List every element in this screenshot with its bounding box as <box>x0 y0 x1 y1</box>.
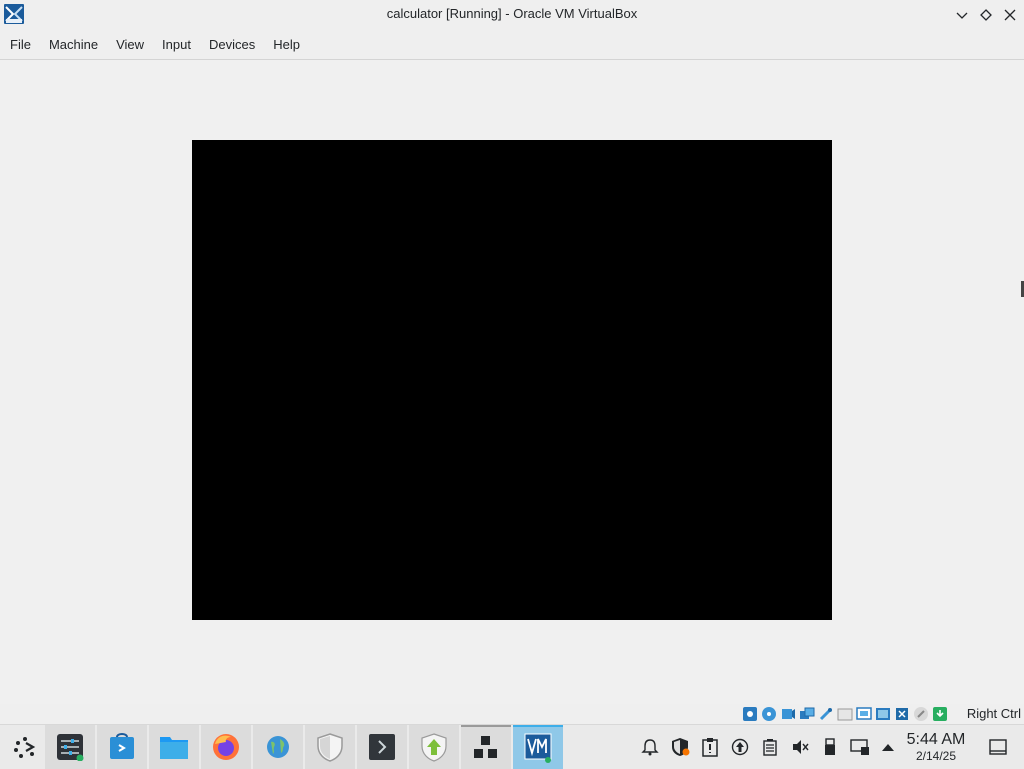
close-icon <box>1004 9 1016 21</box>
network-button[interactable] <box>848 725 872 769</box>
cpu-icon[interactable] <box>894 706 910 722</box>
show-hidden-button[interactable] <box>878 725 898 769</box>
menu-help[interactable]: Help <box>264 31 309 59</box>
security-icon <box>672 738 690 756</box>
menu-machine[interactable]: Machine <box>40 31 107 59</box>
optical-drive-icon[interactable] <box>761 706 777 722</box>
vm-display-area[interactable] <box>0 60 1024 704</box>
globe-icon <box>267 736 289 758</box>
recording-icon[interactable] <box>875 706 891 722</box>
security-button[interactable] <box>668 725 692 769</box>
minimize-button[interactable] <box>952 5 972 25</box>
usb-device-icon <box>825 738 835 755</box>
show-desktop-icon <box>989 739 1007 755</box>
globe-button[interactable] <box>253 725 303 769</box>
show-desktop-button[interactable] <box>986 725 1010 769</box>
usb-icon[interactable] <box>818 706 834 722</box>
volume-muted-icon <box>793 740 809 754</box>
update-button[interactable] <box>409 725 459 769</box>
terminal-button[interactable] <box>357 725 407 769</box>
virtualbox-icon <box>524 733 552 763</box>
menu-input[interactable]: Input <box>153 31 200 59</box>
shield-button[interactable] <box>305 725 355 769</box>
overview-icon <box>474 736 497 758</box>
updates-button[interactable] <box>728 725 752 769</box>
file-manager-button[interactable] <box>149 725 199 769</box>
discover-store-button[interactable] <box>97 725 147 769</box>
title-bar: calculator [Running] - Oracle VM Virtual… <box>0 0 1024 30</box>
keyboard-capture-icon[interactable] <box>932 706 948 722</box>
overview-button[interactable] <box>461 725 511 769</box>
shared-folders-icon[interactable] <box>837 706 853 722</box>
status-bar: Right Ctrl <box>0 704 1024 724</box>
clock-date: 2/14/25 <box>915 749 957 763</box>
application-launcher-button[interactable] <box>0 725 50 769</box>
notifications-icon <box>641 739 659 756</box>
system-settings-icon <box>57 734 84 761</box>
taskbar: 5:44 AM 2/14/25 <box>0 724 1024 769</box>
menu-file[interactable]: File <box>0 31 40 59</box>
menu-view[interactable]: View <box>107 31 153 59</box>
virtualbox-task-button[interactable] <box>513 725 563 769</box>
audio-icon[interactable] <box>780 706 796 722</box>
menu-bar: File Machine View Input Devices Help <box>0 30 1024 60</box>
network-icon <box>850 739 869 755</box>
update-icon <box>421 733 447 762</box>
terminal-icon <box>369 734 395 760</box>
discover-store-icon <box>110 733 134 759</box>
window-title: calculator [Running] - Oracle VM Virtual… <box>386 6 638 21</box>
usb-device-button[interactable] <box>818 725 842 769</box>
network-icon[interactable] <box>799 706 815 722</box>
notifications-button[interactable] <box>638 725 662 769</box>
maximize-button[interactable] <box>976 5 996 25</box>
updates-icon <box>731 738 749 756</box>
menu-devices[interactable]: Devices <box>200 31 264 59</box>
clock[interactable]: 5:44 AM 2/14/25 <box>900 731 972 763</box>
chevron-up-icon <box>882 744 894 751</box>
host-key-label: Right Ctrl <box>966 706 1021 721</box>
firefox-button[interactable] <box>201 725 251 769</box>
shield-icon <box>317 733 343 762</box>
chevron-down-icon <box>956 12 968 19</box>
diamond-icon <box>980 9 992 21</box>
battery-icon <box>763 739 777 756</box>
display-icon[interactable] <box>856 706 872 722</box>
system-settings-button[interactable] <box>45 725 95 769</box>
mouse-integration-icon[interactable] <box>913 706 929 722</box>
clipboard-icon <box>702 738 718 757</box>
file-manager-icon <box>160 737 188 759</box>
firefox-icon <box>213 734 239 760</box>
application-launcher-icon <box>14 737 36 758</box>
vm-screen[interactable] <box>192 140 832 620</box>
close-button[interactable] <box>1000 5 1020 25</box>
clock-time: 5:44 AM <box>906 731 966 748</box>
volume-button[interactable] <box>788 725 812 769</box>
battery-button[interactable] <box>758 725 782 769</box>
hard-disk-icon[interactable] <box>742 706 758 722</box>
clipboard-button[interactable] <box>698 725 722 769</box>
